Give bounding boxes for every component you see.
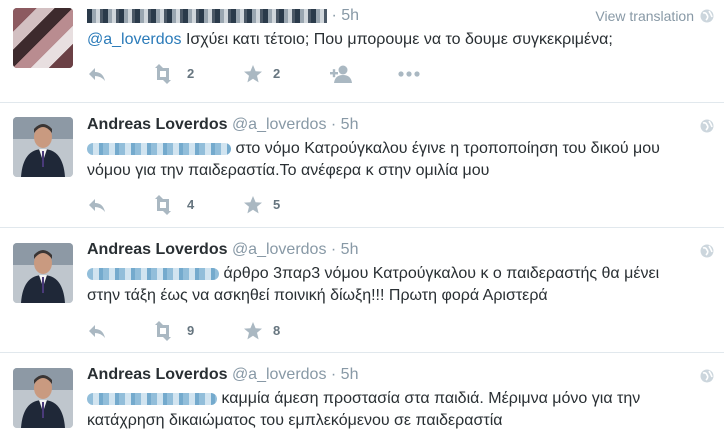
tweet-4: Andreas Loverdos @a_loverdos · 5h καμμία… xyxy=(0,353,724,444)
author-handle[interactable]: @a_loverdos xyxy=(232,116,327,133)
globe-icon[interactable] xyxy=(700,9,714,23)
retweet-count: 9 xyxy=(187,323,195,338)
avatar[interactable] xyxy=(13,368,73,428)
avatar[interactable] xyxy=(13,243,73,303)
favorite-count: 5 xyxy=(273,197,281,212)
favorite-button[interactable]: 8 xyxy=(243,321,280,341)
reply-icon xyxy=(89,68,105,81)
tweet-time[interactable]: 5h xyxy=(341,116,359,133)
star-icon xyxy=(244,322,262,340)
more-button[interactable] xyxy=(397,64,421,84)
star-icon xyxy=(244,196,262,214)
retweet-button[interactable]: 2 xyxy=(151,64,194,84)
blurred-mentions[interactable] xyxy=(87,392,217,405)
retweet-button[interactable]: 9 xyxy=(151,321,194,341)
star-icon xyxy=(244,65,262,83)
reply-button[interactable] xyxy=(87,64,107,84)
retweet-icon xyxy=(155,321,171,341)
tweet-text: στο νόμο Κατρούγκαλου έγινε η τροποποίησ… xyxy=(87,140,660,179)
globe-icon[interactable] xyxy=(700,119,714,133)
tweet-1: · 5h View translation @a_loverdos Ισχύει… xyxy=(0,0,724,100)
author-name[interactable]: Andreas Loverdos xyxy=(87,241,227,258)
tweet-header: · 5h xyxy=(87,6,359,26)
mention-link[interactable]: @a_loverdos xyxy=(87,31,182,48)
favorite-button[interactable]: 2 xyxy=(243,64,280,84)
retweet-icon xyxy=(155,64,171,84)
reply-button[interactable] xyxy=(87,321,107,341)
tweet-actions: 2 2 xyxy=(87,64,447,84)
retweet-button[interactable]: 4 xyxy=(151,195,194,215)
retweet-count: 4 xyxy=(187,197,195,212)
tweet-time[interactable]: 5h xyxy=(341,241,359,258)
retweet-icon xyxy=(155,195,171,215)
favorite-button[interactable]: 5 xyxy=(243,195,280,215)
retweet-count: 2 xyxy=(187,66,195,81)
follow-button[interactable] xyxy=(329,64,353,84)
tweet-actions: 4 5 xyxy=(87,195,367,215)
reply-button[interactable] xyxy=(87,195,107,215)
favorite-count: 2 xyxy=(273,66,281,81)
reply-icon xyxy=(89,199,105,212)
tweet-text: @a_loverdos Ισχύει κατι τέτοιο; Που μπορ… xyxy=(87,31,613,48)
blurred-mentions[interactable] xyxy=(87,267,219,280)
author-name[interactable]: Andreas Loverdos xyxy=(87,116,227,133)
favorite-count: 8 xyxy=(273,323,281,338)
blurred-mentions[interactable] xyxy=(87,142,231,155)
tweet-text: άρθρο 3παρ3 νόμου Κατρούγκαλου κ ο παιδε… xyxy=(87,265,660,304)
tweet-header: Andreas Loverdos @a_loverdos · 5h xyxy=(87,366,359,383)
globe-icon[interactable] xyxy=(700,244,714,258)
tweet-time[interactable]: 5h xyxy=(341,7,359,24)
view-translation-link[interactable]: View translation xyxy=(595,8,694,24)
author-handle[interactable]: @a_loverdos xyxy=(232,366,327,383)
tweet-2: Andreas Loverdos @a_loverdos · 5h στο νό… xyxy=(0,103,724,233)
tweet-3: Andreas Loverdos @a_loverdos · 5h άρθρο … xyxy=(0,228,724,353)
blurred-username[interactable] xyxy=(87,8,327,23)
tweet-time[interactable]: 5h xyxy=(341,366,359,383)
reply-icon xyxy=(89,325,105,338)
add-user-icon xyxy=(330,65,352,83)
globe-icon[interactable] xyxy=(700,369,714,383)
author-handle[interactable]: @a_loverdos xyxy=(232,241,327,258)
tweet-text: καμμία άμεση προστασία στα παιδιά. Μέριμ… xyxy=(87,390,641,429)
tweet-header: Andreas Loverdos @a_loverdos · 5h xyxy=(87,241,359,258)
tweet-header: Andreas Loverdos @a_loverdos · 5h xyxy=(87,116,359,133)
avatar[interactable] xyxy=(13,117,73,177)
more-icon xyxy=(398,71,420,77)
tweet-actions: 9 8 xyxy=(87,321,367,341)
avatar[interactable] xyxy=(13,8,73,68)
author-name[interactable]: Andreas Loverdos xyxy=(87,366,227,383)
